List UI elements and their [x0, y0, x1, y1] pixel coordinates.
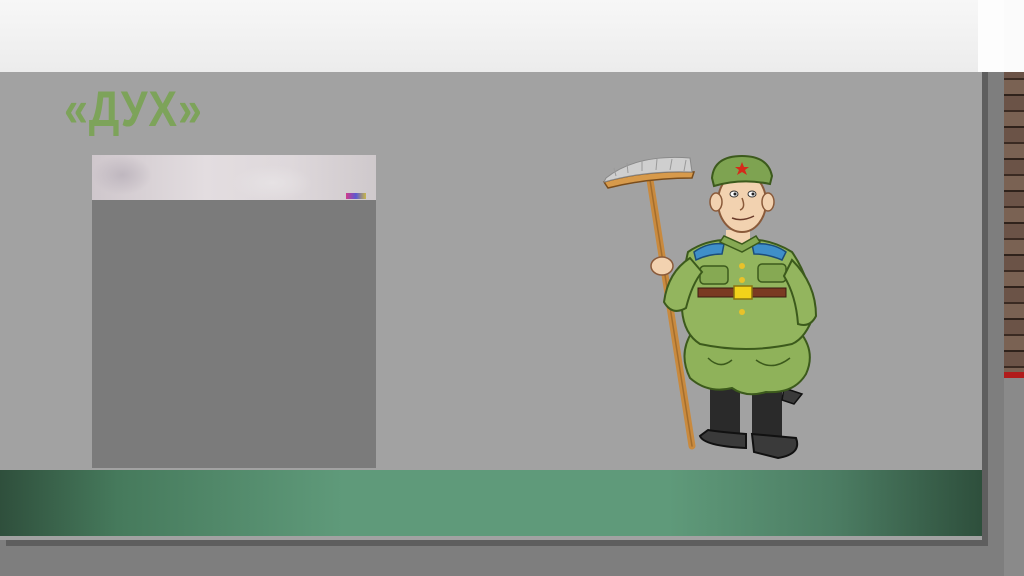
background-brick-wall [1004, 0, 1024, 576]
photo-placeholder [92, 155, 376, 468]
photo-color-mark [346, 193, 366, 199]
top-band-extension [978, 0, 1004, 72]
background-white-block [1004, 0, 1024, 72]
footer-bar [0, 470, 982, 536]
photo-visible-strip [92, 155, 376, 200]
slide-top-band [0, 0, 982, 72]
background-gray-block [1004, 378, 1024, 576]
slide-shadow-right [982, 70, 988, 546]
slide-shadow-bottom [6, 540, 988, 546]
slide: «ДУХ» [0, 0, 982, 540]
slide-title: «ДУХ» [64, 81, 203, 137]
soldier-illustration [602, 154, 818, 460]
